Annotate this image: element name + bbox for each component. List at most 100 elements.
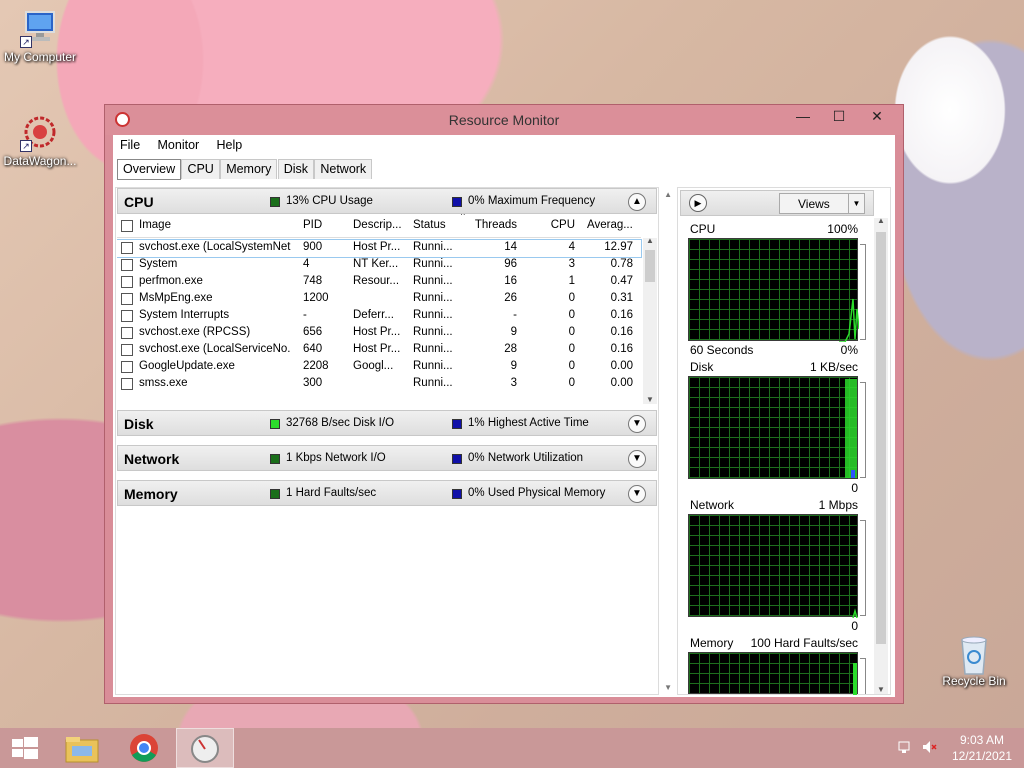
cell-status: Runni... — [413, 292, 453, 304]
graph-pane-scrollbar[interactable]: ▲ ▼ — [874, 216, 888, 694]
cell-threads: - — [513, 309, 517, 321]
minimize-button[interactable]: — — [785, 105, 821, 127]
tab-network[interactable]: Network — [314, 159, 373, 179]
cell-threads: 9 — [510, 360, 517, 372]
graph-max: 100% — [827, 222, 858, 236]
column-pid[interactable]: PID — [303, 219, 347, 231]
taskbar-resource-monitor[interactable] — [176, 728, 234, 768]
column-description[interactable]: Descrip... — [353, 219, 409, 231]
scrollbar-thumb[interactable] — [645, 250, 655, 282]
taskbar-chrome[interactable] — [116, 728, 172, 768]
disk-section-header[interactable]: Disk 32768 B/sec Disk I/O 1% Highest Act… — [117, 410, 657, 436]
menu-help[interactable]: Help — [210, 135, 250, 155]
desktop-icon-label: Recycle Bin — [942, 674, 1006, 688]
table-row[interactable]: svchost.exe (RPCSS) 656 Host Pr... Runni...… — [117, 325, 641, 342]
scroll-up-icon[interactable]: ▲ — [643, 236, 657, 245]
taskbar: 9:03 AM 12/21/2021 — [0, 728, 1024, 768]
row-checkbox[interactable] — [121, 327, 133, 339]
select-all-checkbox[interactable] — [121, 220, 133, 232]
row-checkbox[interactable] — [121, 242, 133, 254]
close-button[interactable]: ✕ — [857, 105, 897, 127]
table-scrollbar[interactable]: ▲ ▼ — [643, 236, 657, 404]
cpu-section-header[interactable]: CPU 13% CPU Usage 0% Maximum Frequency ▲ — [117, 188, 657, 214]
start-button[interactable] — [0, 728, 56, 768]
table-row[interactable]: System 4 NT Ker... Runni... 96 3 0.78 — [117, 257, 641, 274]
taskbar-file-explorer[interactable] — [56, 728, 112, 768]
cell-cpu: 0 — [568, 360, 575, 372]
cell-desc: NT Ker... — [353, 258, 399, 270]
left-pane-scroll-down-icon[interactable]: ▼ — [664, 683, 672, 692]
tab-strip: Overview CPU Memory Disk Network — [117, 159, 373, 181]
desktop-icon-datawagon[interactable]: ↗ DataWagon... — [0, 112, 80, 168]
column-threads[interactable]: Threads — [467, 219, 517, 231]
table-row[interactable]: svchost.exe (LocalServiceNo... 640 Host Pr… — [117, 342, 641, 359]
scroll-up-icon[interactable]: ▲ — [874, 216, 888, 225]
row-checkbox[interactable] — [121, 378, 133, 390]
menu-file[interactable]: File — [113, 135, 147, 155]
table-row[interactable]: perfmon.exe 748 Resour... Runni... 16 1 0.47 — [117, 274, 641, 291]
table-row[interactable]: svchost.exe (LocalSystemNet... 900 Host Pr… — [117, 239, 642, 258]
left-pane-scroll-up-icon[interactable]: ▲ — [664, 190, 672, 199]
scroll-down-icon[interactable]: ▼ — [874, 685, 888, 694]
cpu-usage-legend-icon — [270, 197, 280, 207]
cell-pid: 656 — [303, 326, 323, 338]
shortcut-arrow-icon: ↗ — [20, 36, 32, 48]
expand-pane-arrow-icon[interactable]: ▶ — [689, 194, 707, 212]
windows-logo-icon — [12, 737, 38, 759]
row-checkbox[interactable] — [121, 276, 133, 288]
column-image[interactable]: Image — [139, 219, 289, 231]
resource-monitor-icon — [191, 735, 219, 763]
table-row[interactable]: MsMpEng.exe 1200 Runni... 26 0 0.31 — [117, 291, 641, 308]
title-bar[interactable]: Resource Monitor — ☐ ✕ — [105, 105, 903, 135]
row-checkbox[interactable] — [121, 310, 133, 322]
network-tray-icon[interactable] — [898, 740, 914, 754]
cell-pid: 300 — [303, 377, 323, 389]
row-checkbox[interactable] — [121, 344, 133, 356]
views-dropdown[interactable]: Views ▼ — [779, 193, 865, 214]
dropdown-arrow-icon[interactable]: ▼ — [848, 194, 864, 213]
desktop-icon-my-computer[interactable]: ↗ My Computer — [0, 8, 80, 64]
tab-cpu[interactable]: CPU — [181, 159, 220, 179]
cell-avg: 0.47 — [610, 275, 633, 287]
maximize-button[interactable]: ☐ — [821, 105, 857, 127]
tab-overview[interactable]: Overview — [117, 159, 182, 180]
expand-chevron-icon[interactable]: ▼ — [628, 415, 646, 433]
table-row[interactable]: GoogleUpdate.exe 2208 Googl... Runni... 9 0 0.… — [117, 359, 641, 376]
cell-status: Runni... — [413, 275, 453, 287]
cell-threads: 26 — [504, 292, 517, 304]
cell-threads: 3 — [510, 377, 517, 389]
scroll-down-icon[interactable]: ▼ — [643, 395, 657, 404]
hard-faults-legend-icon — [270, 489, 280, 499]
desktop-icon-recycle-bin[interactable]: Recycle Bin — [934, 632, 1014, 688]
memory-graph — [688, 652, 858, 695]
network-section-header[interactable]: Network 1 Kbps Network I/O 0% Network Ut… — [117, 445, 657, 471]
active-time-stat: 1% Highest Active Time — [468, 417, 589, 429]
expand-chevron-icon[interactable]: ▼ — [628, 450, 646, 468]
physical-memory-stat: 0% Used Physical Memory — [468, 487, 606, 499]
cell-desc: Googl... — [353, 360, 394, 372]
tab-disk[interactable]: Disk — [277, 159, 314, 179]
table-row[interactable]: smss.exe 300 Runni... 3 0 0.00 — [117, 376, 641, 393]
row-checkbox[interactable] — [121, 259, 133, 271]
scrollbar-thumb[interactable] — [876, 232, 886, 644]
row-checkbox[interactable] — [121, 293, 133, 305]
tab-memory[interactable]: Memory — [220, 159, 278, 179]
row-checkbox[interactable] — [121, 361, 133, 373]
expand-chevron-icon[interactable]: ▼ — [628, 485, 646, 503]
system-clock[interactable]: 9:03 AM 12/21/2021 — [952, 732, 1012, 764]
cell-pid: 748 — [303, 275, 323, 287]
volume-muted-icon[interactable] — [922, 740, 938, 754]
memory-section-header[interactable]: Memory 1 Hard Faults/sec 0% Used Physica… — [117, 480, 657, 506]
cell-image: svchost.exe (LocalServiceNo... — [139, 343, 291, 355]
desktop-icon-label: DataWagon... — [3, 154, 77, 168]
cell-image: perfmon.exe — [139, 275, 203, 287]
column-status[interactable]: Status — [413, 219, 463, 231]
cell-threads: 14 — [504, 241, 517, 253]
column-cpu[interactable]: CPU — [529, 219, 575, 231]
menu-monitor[interactable]: Monitor — [151, 135, 207, 155]
table-row[interactable]: System Interrupts - Deferr... Runni... - 0 0.1… — [117, 308, 641, 325]
cell-avg: 0.31 — [610, 292, 633, 304]
collapse-chevron-icon[interactable]: ▲ — [628, 193, 646, 211]
column-average[interactable]: Averag... — [587, 219, 637, 231]
cell-avg: 0.16 — [610, 309, 633, 321]
